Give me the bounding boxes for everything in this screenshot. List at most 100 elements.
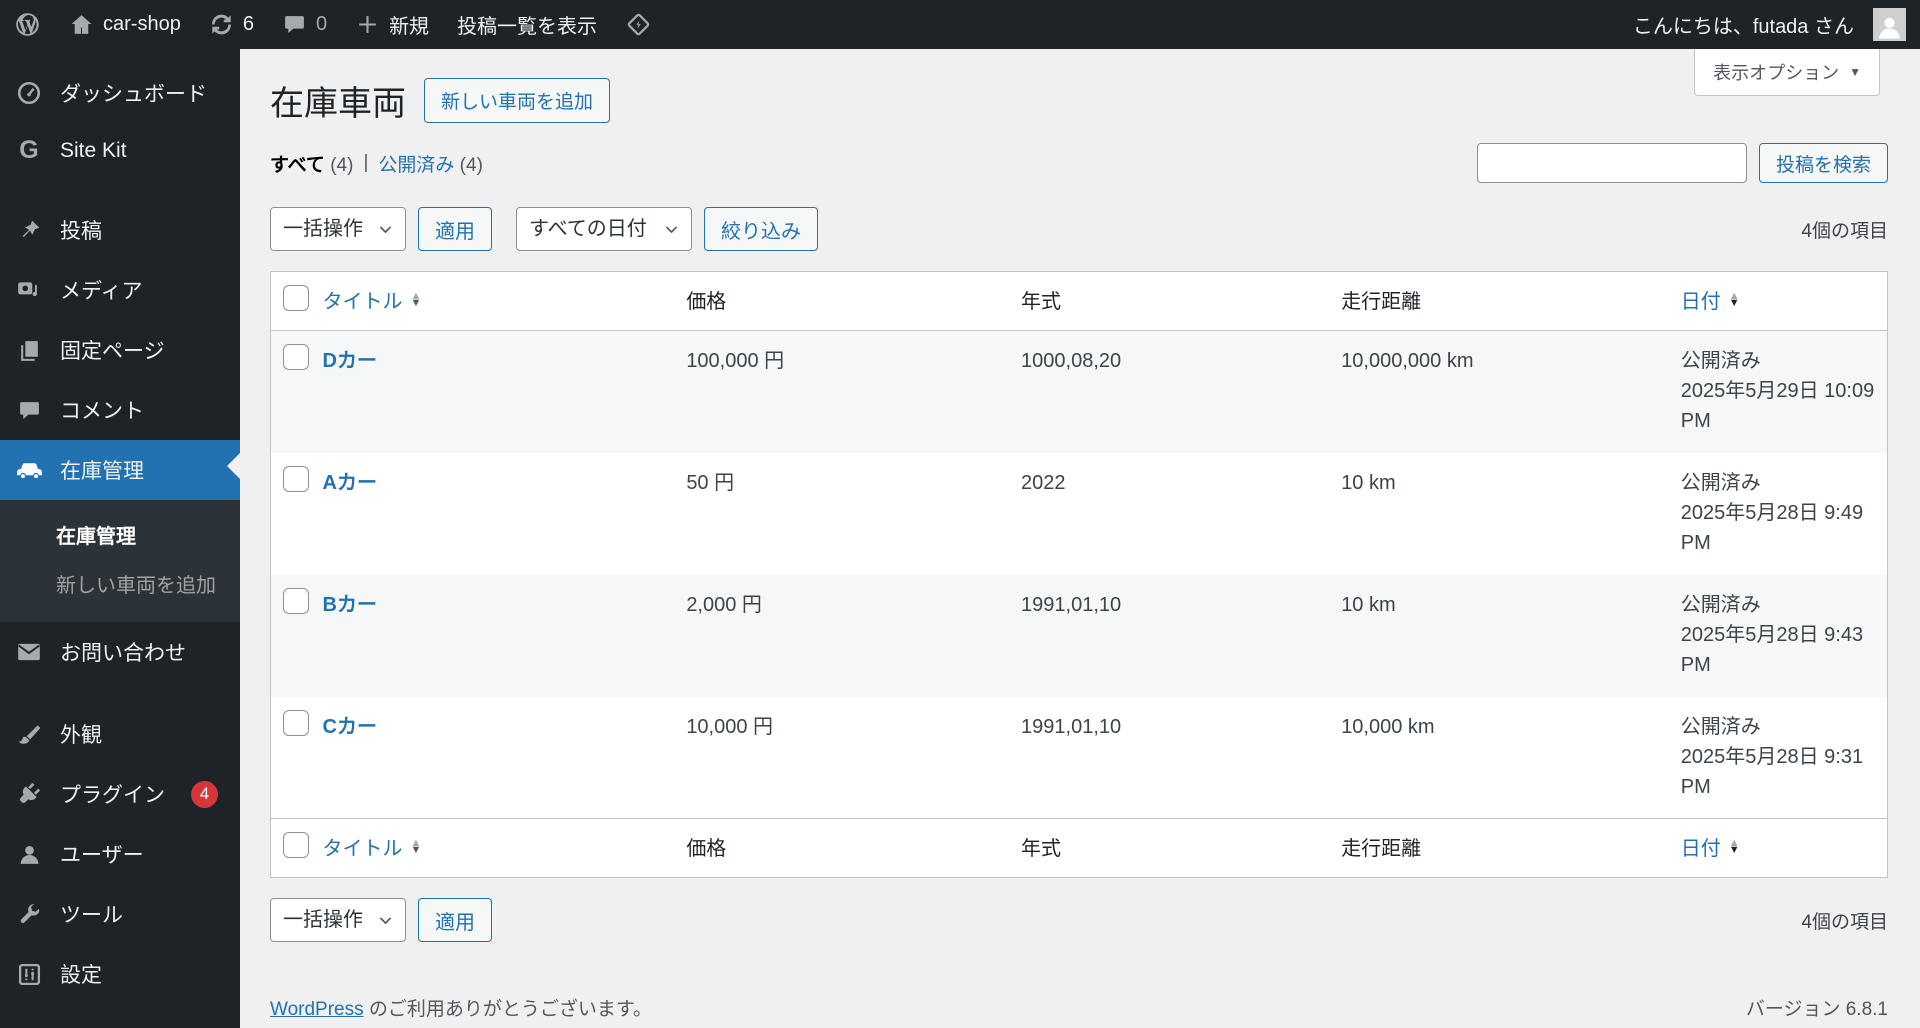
filter-all[interactable]: すべて (4) [270,150,353,177]
user-icon [14,842,44,867]
date-cell: 公開済み 2025年5月28日 9:49 PM [1681,453,1888,575]
sidebar-item-posts[interactable]: 投稿 [0,200,240,260]
price-cell: 2,000 円 [686,575,1021,697]
sidebar-item-users[interactable]: ユーザー [0,824,240,884]
comments-menu[interactable]: 0 [268,0,341,49]
sidebar-item-label: 外観 [60,719,102,749]
avatar [1873,8,1906,41]
sidebar-item-inventory[interactable]: 在庫管理 在庫管理 新しい車両を追加 [0,440,240,622]
status-filter-links: すべて (4) | 公開済み (4) [270,150,483,177]
search-button[interactable]: 投稿を検索 [1759,143,1888,183]
sort-by-date-header[interactable]: 日付▲▼ [1681,832,1740,861]
sidebar-item-label: 固定ページ [60,335,165,365]
sidebar-item-comments[interactable]: コメント [0,380,240,440]
title-row: 在庫車両 新しい車両を追加 [270,49,1888,125]
table-header-row: タイトル▲▼ 価格 年式 走行距離 日付▲▼ [271,272,1888,331]
publish-date-meridiem: PM [1681,772,1877,802]
submenu-item-inventory-list[interactable]: 在庫管理 [0,510,240,559]
table-row: Aカー 50 円 2022 10 km 公開済み 2025年5月28日 9:49… [271,453,1888,575]
sidebar-item-tools[interactable]: ツール [0,884,240,944]
date-filter-select-wrap: すべての日付 [516,207,692,251]
sort-by-title-header[interactable]: タイトル▲▼ [323,285,422,314]
add-new-vehicle-button[interactable]: 新しい車両を追加 [424,78,610,123]
site-name-menu[interactable]: car-shop [55,0,195,49]
litespeed-menu[interactable] [611,0,666,49]
sidebar-item-label: Site Kit [60,139,127,163]
sidebar-item-pages[interactable]: 固定ページ [0,320,240,380]
date-filter-select[interactable]: すべての日付 [516,207,692,251]
table-nav-bottom: 一括操作 適用 4個の項目 [270,898,1888,942]
admin-bar: car-shop 6 0 新規 投稿一覧を表示 [0,0,1920,49]
my-account-menu[interactable]: こんにちは、futada さん [1619,0,1920,49]
apply-button-bottom[interactable]: 適用 [418,898,492,942]
view-posts-menu[interactable]: 投稿一覧を表示 [443,0,611,49]
vehicle-title-link[interactable]: Bカー [323,594,377,616]
submenu-item-add-vehicle[interactable]: 新しい車両を追加 [0,559,240,608]
sidebar-item-label: 在庫管理 [60,455,144,485]
bulk-action-select-bottom[interactable]: 一括操作 [270,898,406,942]
updates-count: 6 [243,13,254,36]
publish-status: 公開済み [1681,590,1877,620]
items-count: 4個の項目 [1801,216,1888,243]
screen-options-tab[interactable]: 表示オプション ▼ [1694,49,1880,96]
year-cell: 1000,08,20 [1021,331,1341,453]
new-content-menu[interactable]: 新規 [341,0,443,49]
row-checkbox[interactable] [283,710,309,736]
screen-options-label: 表示オプション [1713,59,1839,85]
vehicle-title-link[interactable]: Cカー [323,716,377,738]
litespeed-icon [625,11,652,38]
plus-icon [355,12,380,37]
mileage-cell: 10,000 km [1341,697,1681,819]
comment-icon [282,12,307,37]
sidebar-item-label: メディア [60,275,143,305]
sidebar-item-plugins[interactable]: プラグイン 4 [0,764,240,824]
vehicle-title-link[interactable]: Aカー [323,472,377,494]
howdy-greeting: こんにちは、futada さん [1633,10,1854,39]
year-cell: 1991,01,10 [1021,575,1341,697]
sidebar-item-label: お問い合わせ [60,637,186,667]
sort-by-date-header[interactable]: 日付▲▼ [1681,285,1740,314]
search-input[interactable] [1477,143,1747,183]
sidebar-item-contact[interactable]: お問い合わせ [0,622,240,682]
apply-button[interactable]: 適用 [418,207,492,251]
search-box: 投稿を検索 [1477,143,1888,183]
footer-thanks: WordPress のご利用ありがとうございます。 [270,994,652,1021]
price-header: 価格 [686,819,1021,878]
pages-icon [14,338,44,363]
publish-status: 公開済み [1681,712,1877,742]
wp-logo-button[interactable] [0,0,55,49]
row-checkbox[interactable] [283,344,309,370]
publish-date-meridiem: PM [1681,528,1877,558]
year-cell: 1991,01,10 [1021,697,1341,819]
wrench-icon [14,902,44,927]
select-all-checkbox[interactable] [283,832,309,858]
sidebar-item-label: プラグイン [60,779,165,809]
mileage-cell: 10,000,000 km [1341,331,1681,453]
sidebar-item-dashboard[interactable]: ダッシュボード [0,63,240,123]
row-checkbox[interactable] [283,466,309,492]
sidebar-item-settings[interactable]: 設定 [0,944,240,1004]
sort-by-title-header[interactable]: タイトル▲▼ [323,832,422,861]
table-row: Cカー 10,000 円 1991,01,10 10,000 km 公開済み 2… [271,697,1888,819]
sidebar-item-label: コメント [60,395,144,425]
date-cell: 公開済み 2025年5月28日 9:43 PM [1681,575,1888,697]
wordpress-link[interactable]: WordPress [270,999,364,1020]
filter-published[interactable]: 公開済み (4) [378,150,483,177]
vehicle-title-link[interactable]: Dカー [323,350,377,372]
settings-icon [14,962,44,987]
row-checkbox[interactable] [283,588,309,614]
admin-sidebar: ダッシュボード G Site Kit 投稿 メディア 固定ページ [0,49,240,1028]
bulk-action-select[interactable]: 一括操作 [270,207,406,251]
sidebar-item-sitekit[interactable]: G Site Kit [0,123,240,178]
sidebar-item-appearance[interactable]: 外観 [0,704,240,764]
select-all-checkbox[interactable] [283,285,309,311]
plugin-icon [14,781,44,807]
publish-date: 2025年5月28日 9:43 [1681,620,1877,650]
filter-button[interactable]: 絞り込み [704,207,818,251]
mileage-cell: 10 km [1341,575,1681,697]
page-title: 在庫車両 [270,76,406,125]
home-icon [69,12,94,37]
updates-menu[interactable]: 6 [195,0,268,49]
sidebar-item-media[interactable]: メディア [0,260,240,320]
plugins-update-badge: 4 [191,781,218,808]
